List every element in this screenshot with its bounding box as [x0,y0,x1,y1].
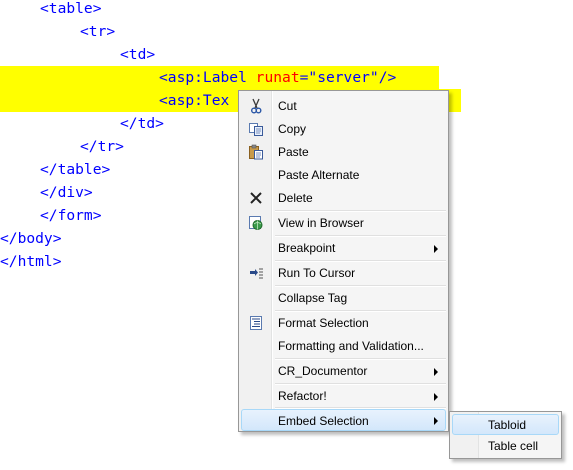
submenu-arrow-icon [434,417,438,425]
menu-item-label: Copy [278,122,307,136]
browser-icon [248,215,264,231]
code-text: <td> [120,46,156,63]
menu-item-paste[interactable]: Paste [241,141,446,163]
menu-item-view-in-browser[interactable]: View in Browser [241,212,446,234]
submenu-item-tabloid[interactable]: Tabloid [452,414,559,435]
menu-item-breakpoint[interactable]: Breakpoint [241,237,446,259]
menu-item-label: Run To Cursor [278,266,356,280]
menu-item-copy[interactable]: Copy [241,118,446,140]
code-text: <asp:Tex [159,92,230,109]
code-line: <tr> [0,20,573,43]
menu-item-label: Cut [278,99,297,113]
delete-icon [248,190,264,206]
code-text: <asp:Label runat="server"/> [159,69,397,86]
menu-item-label: Breakpoint [278,241,336,255]
menu-item-label: Table cell [488,439,539,453]
code-text: </tr> [80,138,124,155]
context-menu: Cut Copy Paste Paste Alternate Delete Vi… [238,90,449,432]
menu-item-label: View in Browser [278,216,364,230]
code-text: </body> [0,230,62,247]
format-icon [248,315,264,331]
menu-item-embed-selection[interactable]: Embed Selection [241,409,446,431]
menu-item-label: Embed Selection [278,414,369,428]
menu-item-format-selection[interactable]: Format Selection [241,312,446,334]
menu-item-refactor[interactable]: Refactor! [241,385,446,407]
menu-item-label: Paste [278,145,309,159]
code-line: <table> [0,0,573,20]
menu-item-label: Tabloid [488,418,527,432]
submenu-arrow-icon [434,393,438,401]
menu-item-formatting-and-validation[interactable]: Formatting and Validation... [241,335,446,357]
menu-item-label: Refactor! [278,389,327,403]
menu-item-label: Formatting and Validation... [278,339,424,353]
submenu-item-table-cell[interactable]: Table cell [452,436,559,457]
code-text: </td> [120,115,164,132]
submenu-arrow-icon [434,245,438,253]
code-text: </html> [0,253,62,270]
menu-item-label: Paste Alternate [278,168,360,182]
code-line: <td> [0,43,573,66]
menu-item-label: Delete [278,191,313,205]
menu-item-delete[interactable]: Delete [241,187,446,209]
submenu-arrow-icon [434,368,438,376]
code-text: <table> [40,0,102,17]
menu-item-paste-alternate[interactable]: Paste Alternate [241,164,446,186]
code-text: </form> [40,207,102,224]
copy-icon [248,121,264,137]
menu-item-run-to-cursor[interactable]: Run To Cursor [241,262,446,284]
code-text: </div> [40,184,93,201]
paste-icon [248,144,264,160]
code-line-selected: <asp:Label runat="server"/> [0,66,573,89]
run-to-cursor-icon [248,265,264,281]
menu-item-label: Format Selection [278,316,369,330]
code-text: </table> [40,161,111,178]
menu-item-cr-documentor[interactable]: CR_Documentor [241,360,446,382]
scissors-icon [248,98,264,114]
menu-item-cut[interactable]: Cut [241,95,446,117]
menu-item-label: CR_Documentor [278,364,368,378]
menu-item-collapse-tag[interactable]: Collapse Tag [241,287,446,309]
embed-selection-submenu: Tabloid Table cell [449,411,562,459]
code-text: <tr> [80,23,116,40]
menu-item-label: Collapse Tag [278,291,348,305]
